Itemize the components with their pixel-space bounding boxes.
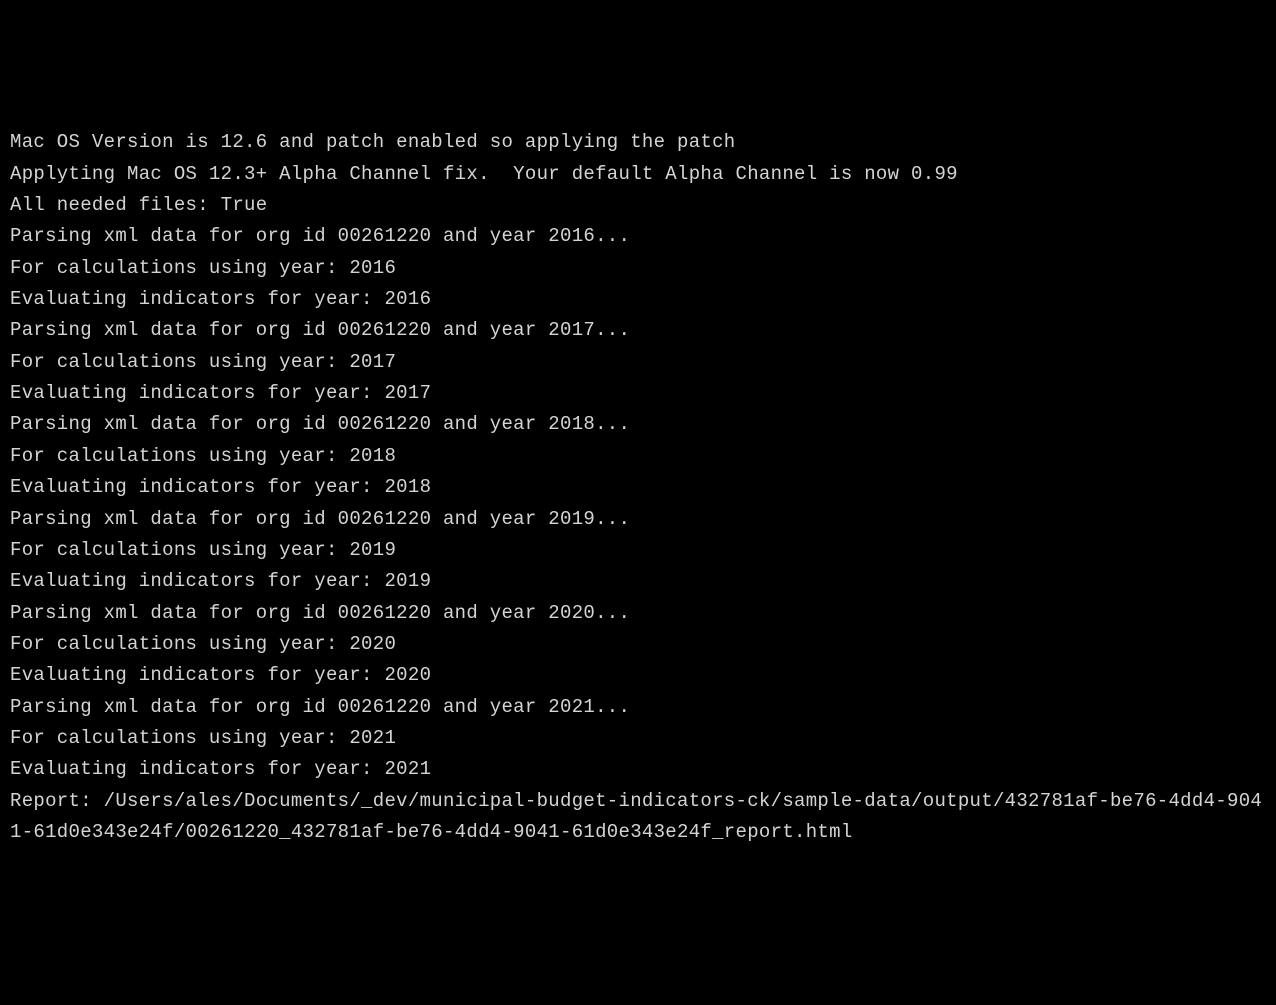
terminal-line: For calculations using year: 2018 (10, 441, 1266, 472)
terminal-line: Parsing xml data for org id 00261220 and… (10, 221, 1266, 252)
terminal-line: Applyting Mac OS 12.3+ Alpha Channel fix… (10, 159, 1266, 190)
terminal-line: Parsing xml data for org id 00261220 and… (10, 315, 1266, 346)
terminal-line: Parsing xml data for org id 00261220 and… (10, 409, 1266, 440)
terminal-line: For calculations using year: 2017 (10, 347, 1266, 378)
terminal-report-line: Report: /Users/ales/Documents/_dev/munic… (10, 786, 1266, 849)
terminal-output[interactable]: Mac OS Version is 12.6 and patch enabled… (10, 127, 1266, 848)
terminal-line: Evaluating indicators for year: 2019 (10, 566, 1266, 597)
terminal-line: Evaluating indicators for year: 2016 (10, 284, 1266, 315)
terminal-line: For calculations using year: 2019 (10, 535, 1266, 566)
terminal-line: Mac OS Version is 12.6 and patch enabled… (10, 127, 1266, 158)
terminal-line: Evaluating indicators for year: 2017 (10, 378, 1266, 409)
terminal-line: Parsing xml data for org id 00261220 and… (10, 692, 1266, 723)
terminal-line: For calculations using year: 2020 (10, 629, 1266, 660)
terminal-line: Evaluating indicators for year: 2018 (10, 472, 1266, 503)
terminal-line: For calculations using year: 2021 (10, 723, 1266, 754)
terminal-line: All needed files: True (10, 190, 1266, 221)
terminal-line: Parsing xml data for org id 00261220 and… (10, 598, 1266, 629)
terminal-line: Evaluating indicators for year: 2020 (10, 660, 1266, 691)
terminal-line: For calculations using year: 2016 (10, 253, 1266, 284)
terminal-line: Parsing xml data for org id 00261220 and… (10, 504, 1266, 535)
terminal-line: Evaluating indicators for year: 2021 (10, 754, 1266, 785)
